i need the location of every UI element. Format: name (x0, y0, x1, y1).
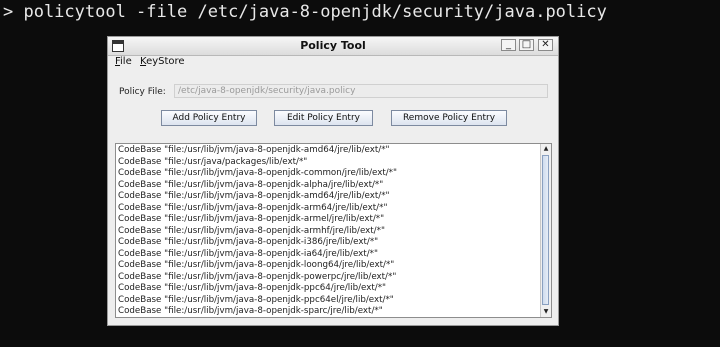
list-item[interactable]: CodeBase "file:/usr/lib/jvm/java-8-openj… (118, 203, 539, 215)
maximize-button[interactable]: □ (519, 39, 534, 51)
minimize-button[interactable]: _ (501, 39, 516, 51)
list-item[interactable]: CodeBase "file:/usr/lib/jvm/java-8-openj… (118, 260, 539, 272)
terminal-command: > policytool -file /etc/java-8-openjdk/s… (3, 2, 607, 22)
policy-entry-list[interactable]: CodeBase "file:/usr/lib/jvm/java-8-openj… (115, 143, 552, 318)
list-item[interactable]: CodeBase "file:/usr/lib/jvm/java-8-openj… (118, 295, 539, 307)
policy-file-field[interactable]: /etc/java-8-openjdk/security/java.policy (174, 84, 548, 98)
list-item[interactable]: CodeBase "file:/usr/lib/jvm/java-8-openj… (118, 272, 539, 284)
list-item[interactable]: CodeBase "file:/usr/lib/jvm/java-8-openj… (118, 283, 539, 295)
policy-tool-window: Policy Tool _ □ ✕ File KeyStore Policy F… (107, 36, 559, 326)
list-item[interactable]: CodeBase "file:/usr/lib/jvm/java-8-openj… (118, 168, 539, 180)
list-item[interactable]: CodeBase "file:/usr/lib/jvm/java-8-openj… (118, 226, 539, 238)
list-item[interactable]: CodeBase "file:/usr/lib/jvm/java-8-openj… (118, 214, 539, 226)
list-item[interactable]: CodeBase "file:/usr/lib/jvm/java-8-openj… (118, 306, 539, 317)
close-button[interactable]: ✕ (538, 39, 553, 51)
edit-policy-entry-button[interactable]: Edit Policy Entry (274, 110, 373, 126)
scroll-down-icon[interactable]: ▼ (541, 307, 551, 317)
list-item[interactable]: CodeBase "file:/usr/java/packages/lib/ex… (118, 157, 539, 169)
list-item[interactable]: CodeBase "file:/usr/lib/jvm/java-8-openj… (118, 145, 539, 157)
list-item[interactable]: CodeBase "file:/usr/lib/jvm/java-8-openj… (118, 237, 539, 249)
title-bar[interactable]: Policy Tool _ □ ✕ (108, 37, 558, 56)
menu-keystore[interactable]: KeyStore (140, 56, 185, 67)
add-policy-entry-button[interactable]: Add Policy Entry (161, 110, 257, 126)
scroll-thumb[interactable] (542, 155, 549, 305)
scroll-up-icon[interactable]: ▲ (541, 144, 551, 154)
menu-file[interactable]: File (115, 56, 132, 67)
list-item[interactable]: CodeBase "file:/usr/lib/jvm/java-8-openj… (118, 191, 539, 203)
remove-policy-entry-button[interactable]: Remove Policy Entry (391, 110, 507, 126)
list-item[interactable]: CodeBase "file:/usr/lib/jvm/java-8-openj… (118, 249, 539, 261)
policy-file-label: Policy File: (119, 87, 166, 97)
vertical-scrollbar[interactable]: ▲ ▼ (540, 144, 551, 317)
list-item[interactable]: CodeBase "file:/usr/lib/jvm/java-8-openj… (118, 180, 539, 192)
window-title: Policy Tool (300, 39, 366, 52)
menu-bar: File KeyStore (108, 55, 558, 69)
